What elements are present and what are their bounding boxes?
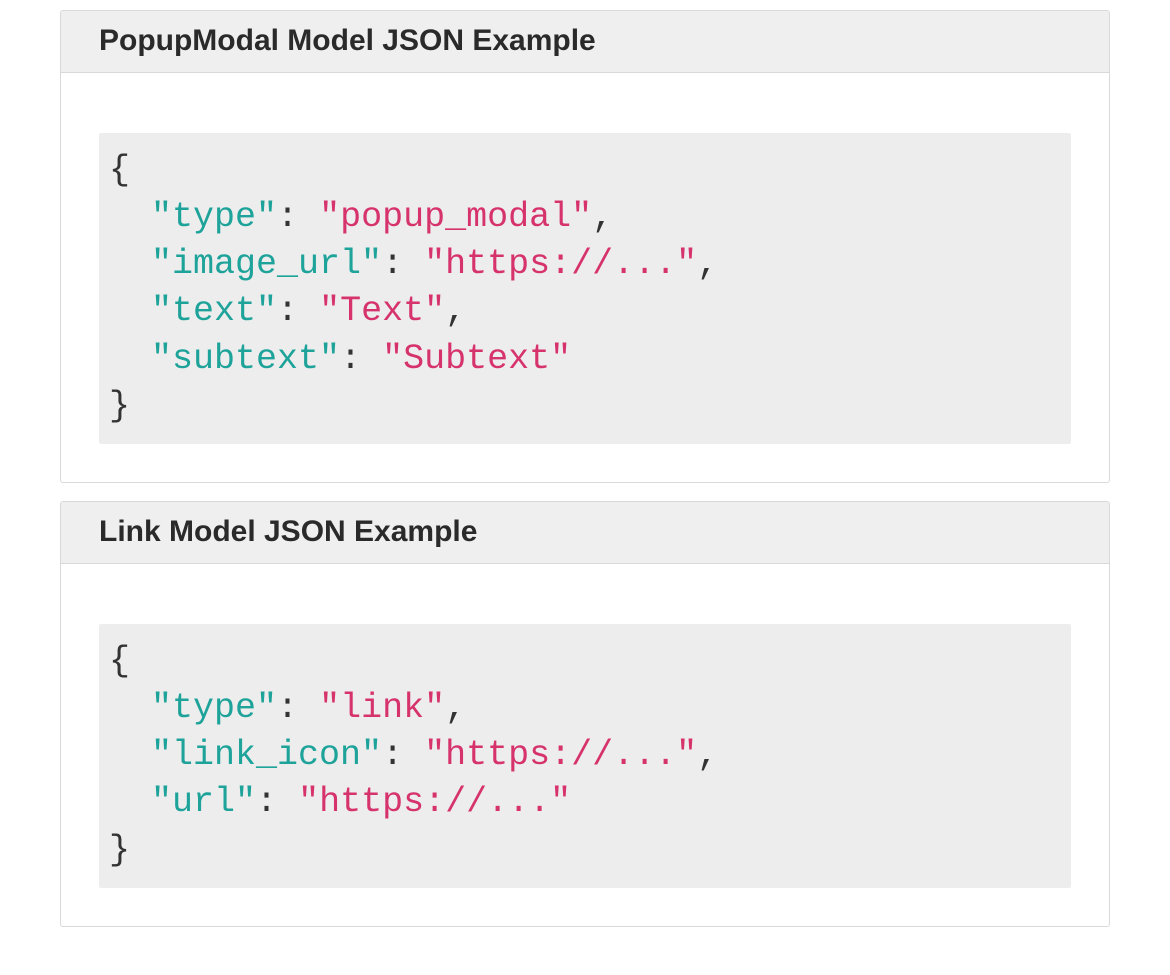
code-token: "type" [151,197,277,237]
code-token [109,291,151,331]
code-token [109,339,151,379]
code-token [109,735,151,775]
code-token: } [109,830,130,870]
code-token: "image_url" [151,244,382,284]
code-token: } [109,386,130,426]
code-token: "popup_modal" [319,197,592,237]
code-token: "link_icon" [151,735,382,775]
code-token: "subtext" [151,339,340,379]
code-token: "https://..." [298,782,571,822]
code-token: "url" [151,782,256,822]
code-token: : [382,244,424,284]
code-token: : [277,197,319,237]
code-token: : [382,735,424,775]
code-token [109,782,151,822]
code-token: "type" [151,688,277,728]
code-token: , [445,291,466,331]
code-token: , [697,244,718,284]
panel-link: Link Model JSON Example { "type": "link"… [60,501,1110,927]
code-token: "https://..." [424,735,697,775]
code-token: "text" [151,291,277,331]
code-block-popupmodal: { "type": "popup_modal", "image_url": "h… [99,133,1071,445]
page-root: PopupModal Model JSON Example { "type": … [0,0,1170,975]
code-token: : [277,291,319,331]
panel-body-link: { "type": "link", "link_icon": "https://… [61,564,1109,926]
code-token: { [109,641,130,681]
code-token: , [697,735,718,775]
panel-title-popupmodal: PopupModal Model JSON Example [61,11,1109,73]
code-token: "Subtext" [382,339,571,379]
code-token: "https://..." [424,244,697,284]
code-token: : [277,688,319,728]
code-token: : [256,782,298,822]
code-token: : [340,339,382,379]
code-token [109,197,151,237]
panel-title-link: Link Model JSON Example [61,502,1109,564]
code-token: , [592,197,613,237]
code-token: "Text" [319,291,445,331]
code-token: { [109,150,130,190]
code-token [109,688,151,728]
panel-body-popupmodal: { "type": "popup_modal", "image_url": "h… [61,73,1109,483]
panel-popupmodal: PopupModal Model JSON Example { "type": … [60,10,1110,483]
code-token: , [445,688,466,728]
code-token: "link" [319,688,445,728]
code-block-link: { "type": "link", "link_icon": "https://… [99,624,1071,888]
code-token [109,244,151,284]
